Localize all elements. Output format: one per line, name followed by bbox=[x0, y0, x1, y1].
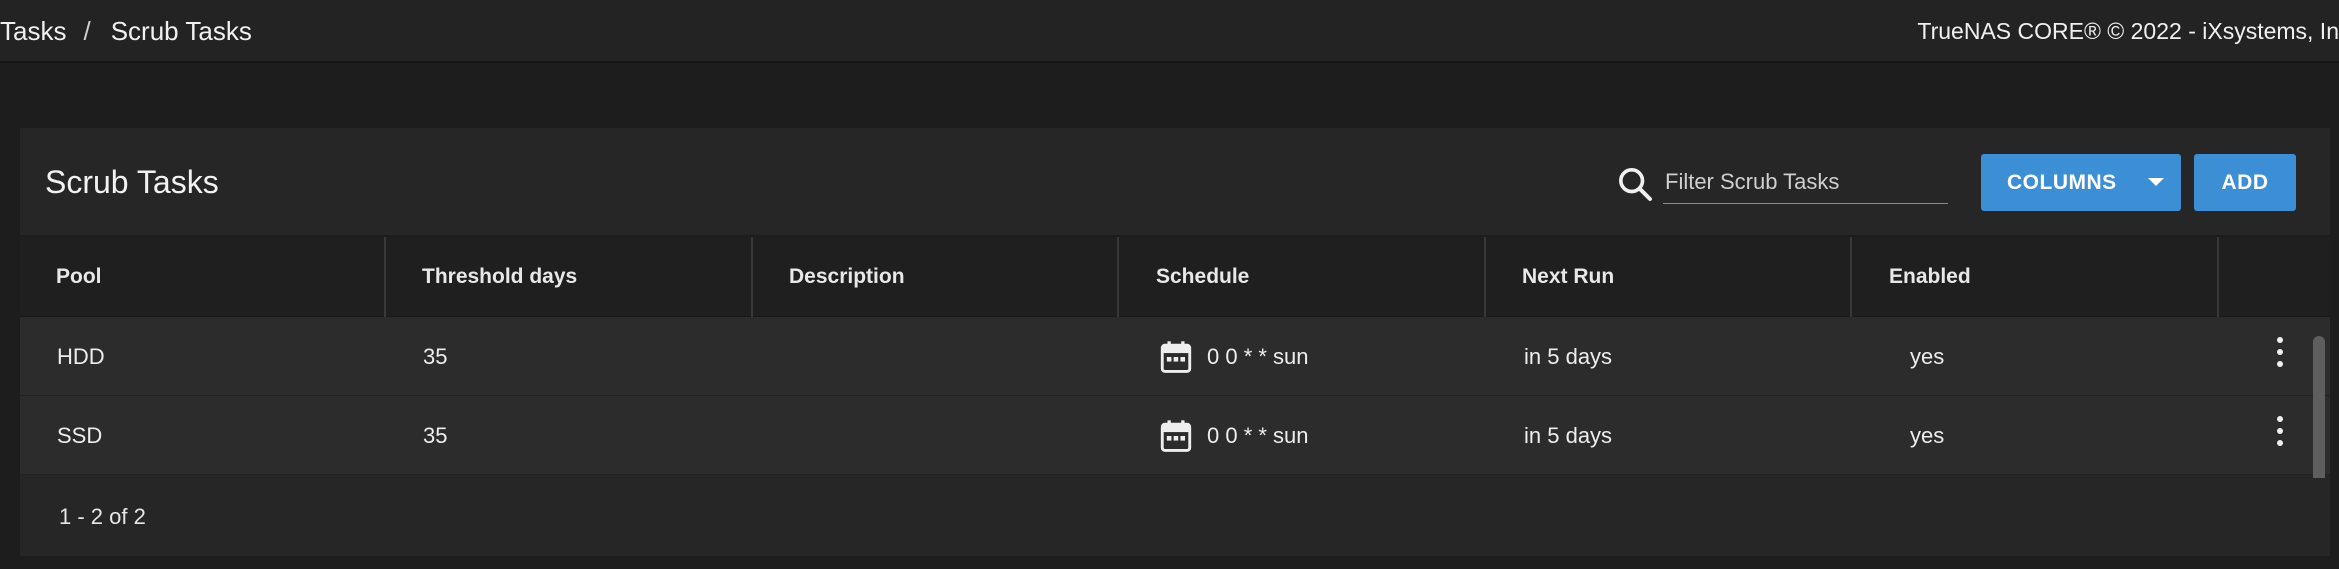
schedule-cron-text: 0 0 * * sun bbox=[1207, 343, 1309, 369]
search-bar bbox=[1615, 158, 1970, 208]
cell-pool: HDD bbox=[57, 343, 105, 369]
columns-button[interactable]: COLUMNS bbox=[1981, 154, 2181, 211]
copyright-text[interactable]: TrueNAS CORE® © 2022 - iXsystems, In bbox=[1917, 0, 2339, 63]
column-divider[interactable] bbox=[384, 237, 386, 317]
breadcrumb: Tasks / Scrub Tasks bbox=[0, 0, 252, 63]
column-header-next-run[interactable]: Next Run bbox=[1522, 237, 1614, 317]
cell-enabled: yes bbox=[1910, 343, 1945, 369]
cell-schedule: 0 0 * * sun bbox=[1160, 396, 1309, 475]
card-header: Scrub Tasks COLUMNS ADD bbox=[20, 128, 2330, 237]
column-divider[interactable] bbox=[1850, 237, 1852, 317]
cell-pool: SSD bbox=[57, 422, 103, 448]
add-button[interactable]: ADD bbox=[2194, 154, 2296, 211]
table-row[interactable]: SSD 35 0 0 * * sun in 5 days yes bbox=[20, 396, 2330, 475]
table-header: Pool Threshold days Description Schedule… bbox=[20, 237, 2330, 317]
column-header-enabled[interactable]: Enabled bbox=[1889, 237, 1971, 317]
column-divider[interactable] bbox=[2217, 237, 2219, 317]
column-header-description[interactable]: Description bbox=[789, 237, 905, 317]
table-footer: 1 - 2 of 2 bbox=[20, 478, 2330, 556]
column-divider[interactable] bbox=[751, 237, 753, 317]
scrub-tasks-table: Pool Threshold days Description Schedule… bbox=[20, 237, 2330, 475]
table-row[interactable]: HDD 35 0 0 * * sun in 5 days yes bbox=[20, 317, 2330, 396]
calendar-icon bbox=[1160, 340, 1192, 373]
cell-enabled: yes bbox=[1910, 422, 1945, 448]
breadcrumb-separator: / bbox=[83, 16, 91, 46]
schedule-cron-text: 0 0 * * sun bbox=[1207, 422, 1309, 448]
add-button-label: ADD bbox=[2221, 170, 2269, 194]
breadcrumb-current: Scrub Tasks bbox=[110, 16, 252, 46]
breadcrumb-parent-link[interactable]: Tasks bbox=[0, 16, 66, 47]
cell-threshold: 35 bbox=[423, 343, 448, 369]
cell-schedule: 0 0 * * sun bbox=[1160, 317, 1309, 396]
column-divider[interactable] bbox=[1117, 237, 1119, 317]
more-vert-icon[interactable] bbox=[2270, 414, 2290, 448]
card-title: Scrub Tasks bbox=[45, 164, 219, 200]
more-vert-icon[interactable] bbox=[2270, 335, 2290, 369]
cell-threshold: 35 bbox=[423, 422, 448, 448]
table-scrollbar[interactable] bbox=[2313, 336, 2325, 491]
column-header-threshold-days[interactable]: Threshold days bbox=[422, 237, 577, 317]
cell-next-run: in 5 days bbox=[1524, 422, 1613, 448]
columns-button-label: COLUMNS bbox=[2007, 170, 2117, 194]
search-icon bbox=[1619, 168, 1652, 201]
top-bar: Tasks / Scrub Tasks TrueNAS CORE® © 2022… bbox=[0, 0, 2339, 63]
calendar-icon bbox=[1160, 419, 1192, 452]
cell-next-run: in 5 days bbox=[1524, 343, 1613, 369]
column-header-pool[interactable]: Pool bbox=[56, 237, 102, 317]
pagination-range: 1 - 2 of 2 bbox=[59, 504, 146, 529]
column-divider[interactable] bbox=[1484, 237, 1486, 317]
caret-down-icon bbox=[2148, 178, 2164, 186]
scrub-tasks-card: Scrub Tasks COLUMNS ADD Pool Threshold d… bbox=[20, 128, 2330, 556]
column-header-schedule[interactable]: Schedule bbox=[1156, 237, 1249, 317]
search-input[interactable] bbox=[1663, 160, 1948, 204]
